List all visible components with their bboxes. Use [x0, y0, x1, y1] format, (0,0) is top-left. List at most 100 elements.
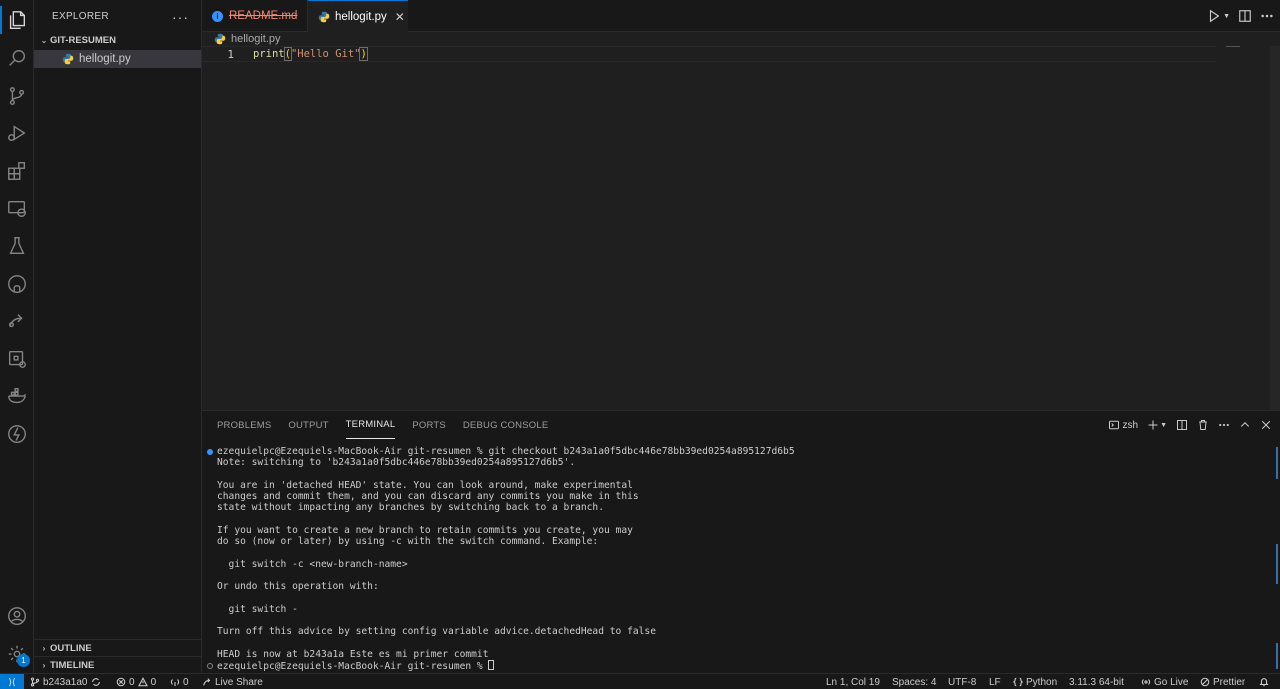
terminal-line: ezequielpc@Ezequiels-MacBook-Air git-res… — [217, 659, 1257, 672]
git-branch-icon — [30, 677, 40, 687]
search-icon[interactable] — [0, 40, 34, 76]
split-terminal-icon[interactable] — [1176, 419, 1188, 431]
language-mode[interactable]: Python — [1013, 674, 1057, 689]
terminal-cursor — [488, 659, 495, 670]
outline-section[interactable]: › OUTLINE — [34, 639, 202, 656]
panel-tabs: PROBLEMS OUTPUT TERMINAL PORTS DEBUG CON… — [217, 411, 548, 439]
accounts-icon[interactable] — [0, 598, 34, 634]
close-icon[interactable]: ✕ — [395, 10, 405, 24]
code-editor[interactable]: 1 print("Hello Git") — [202, 46, 1280, 410]
indentation[interactable]: Spaces: 4 — [892, 674, 936, 689]
terminal-line: Note: switching to 'b243a1a0f5dbc446e78b… — [217, 457, 576, 469]
explorer-title: EXPLORER — [52, 11, 109, 22]
more-icon[interactable] — [1260, 9, 1274, 23]
more-icon[interactable] — [1218, 419, 1230, 431]
editor-tabs: i README.md hellogit.py ✕ ▼ — [202, 0, 1280, 33]
folder-name: GIT-RESUMEN — [50, 34, 116, 46]
terminal-output[interactable]: ezequielpc@Ezequiels-MacBook-Air git-res… — [207, 446, 1257, 672]
github-icon[interactable] — [0, 266, 34, 302]
notifications-button[interactable] — [1259, 674, 1269, 689]
python-file-icon — [214, 33, 226, 45]
containers-icon[interactable] — [0, 341, 34, 377]
file-item-hellogit[interactable]: hellogit.py — [34, 50, 201, 68]
explorer-sidebar: EXPLORER ··· ⌄ GIT-RESUMEN hellogit.py ›… — [34, 0, 202, 673]
split-editor-icon[interactable] — [1238, 9, 1252, 23]
tab-terminal[interactable]: TERMINAL — [345, 411, 396, 439]
run-debug-icon[interactable] — [0, 115, 34, 151]
new-terminal-icon[interactable] — [1147, 419, 1159, 431]
chevron-down-icon: ⌄ — [40, 35, 48, 45]
ports-indicator[interactable]: 0 — [170, 674, 189, 689]
vertical-scrollbar[interactable] — [1270, 46, 1280, 410]
go-live-button[interactable]: Go Live — [1141, 674, 1188, 689]
scroll-marker — [1276, 447, 1278, 479]
breadcrumb[interactable]: hellogit.py — [214, 32, 281, 46]
manage-gear-icon[interactable]: 1 — [0, 636, 34, 672]
braces-icon — [1013, 677, 1023, 687]
testing-icon[interactable] — [0, 228, 34, 264]
chevron-right-icon: › — [42, 643, 46, 653]
line-number: 1 — [227, 48, 234, 61]
tab-readme[interactable]: i README.md — [202, 0, 308, 32]
antenna-icon — [170, 679, 180, 687]
end-of-line[interactable]: LF — [989, 674, 1001, 689]
shell-name[interactable]: zsh — [1123, 420, 1139, 431]
encoding[interactable]: UTF-8 — [948, 674, 976, 689]
terminal-line: state without impacting any branches by … — [217, 502, 604, 514]
power-icon[interactable] — [0, 416, 34, 452]
remote-indicator[interactable]: ⟩⟨ — [0, 674, 24, 689]
branch-indicator[interactable]: b243a1a0 — [30, 674, 101, 689]
more-actions-button[interactable]: ··· — [172, 9, 189, 25]
sync-icon — [91, 678, 100, 686]
live-share-button[interactable]: Live Share — [202, 674, 263, 689]
bell-icon — [1259, 678, 1269, 687]
prettier-label: Prettier — [1213, 676, 1246, 688]
broadcast-icon — [1141, 679, 1151, 685]
docker-icon[interactable] — [0, 378, 34, 414]
chevron-down-icon[interactable]: ▼ — [1223, 13, 1230, 20]
bottom-panel: PROBLEMS OUTPUT TERMINAL PORTS DEBUG CON… — [202, 410, 1280, 673]
close-icon[interactable] — [1260, 419, 1272, 431]
tab-problems[interactable]: PROBLEMS — [217, 411, 271, 439]
prettier-icon — [1200, 677, 1210, 687]
tab-label: hellogit.py — [335, 11, 387, 23]
code-function: print — [253, 48, 285, 60]
code-string: "Hello Git" — [290, 48, 361, 60]
timeline-label: TIMELINE — [50, 659, 95, 671]
folder-header[interactable]: ⌄ GIT-RESUMEN — [34, 33, 201, 47]
terminal-line: changes and commit them, and you can dis… — [217, 491, 639, 502]
remote-explorer-icon[interactable] — [0, 191, 34, 227]
status-bar: ⟩⟨ b243a1a0 0 0 0 Live Share Ln 1, Col 1… — [0, 673, 1280, 689]
tab-ports[interactable]: PORTS — [412, 411, 446, 439]
warning-icon — [137, 677, 148, 687]
command-pending-icon — [207, 663, 213, 669]
command-success-icon — [207, 449, 213, 455]
explorer-header: EXPLORER ··· — [34, 0, 201, 33]
run-icon[interactable] — [1207, 9, 1221, 23]
source-control-icon[interactable] — [0, 78, 34, 114]
extensions-icon[interactable] — [0, 153, 34, 189]
prettier-button[interactable]: Prettier — [1200, 674, 1245, 689]
breadcrumb-file: hellogit.py — [231, 33, 281, 45]
problems-indicator[interactable]: 0 0 — [116, 674, 156, 689]
timeline-section[interactable]: › TIMELINE — [34, 656, 202, 673]
info-icon: i — [212, 10, 223, 22]
terminal-line: do so (now or later) by using -c with th… — [217, 536, 599, 547]
python-interpreter[interactable]: 3.11.3 64-bit — [1069, 674, 1124, 689]
cursor-position[interactable]: Ln 1, Col 19 — [826, 674, 880, 689]
tab-output[interactable]: OUTPUT — [288, 411, 328, 439]
chevron-down-icon[interactable]: ▼ — [1160, 422, 1167, 429]
explorer-icon[interactable] — [0, 2, 34, 38]
trash-icon[interactable] — [1197, 419, 1209, 431]
code-text[interactable]: print("Hello Git") — [253, 47, 368, 61]
tab-hellogit[interactable]: hellogit.py ✕ — [308, 0, 408, 33]
outline-label: OUTLINE — [50, 642, 92, 654]
maximize-panel-icon[interactable] — [1239, 419, 1251, 431]
terminal-line: Or undo this operation with: — [217, 581, 379, 592]
error-icon — [116, 677, 126, 687]
live-share-icon[interactable] — [0, 303, 34, 339]
tab-debug-console[interactable]: DEBUG CONSOLE — [463, 411, 548, 439]
